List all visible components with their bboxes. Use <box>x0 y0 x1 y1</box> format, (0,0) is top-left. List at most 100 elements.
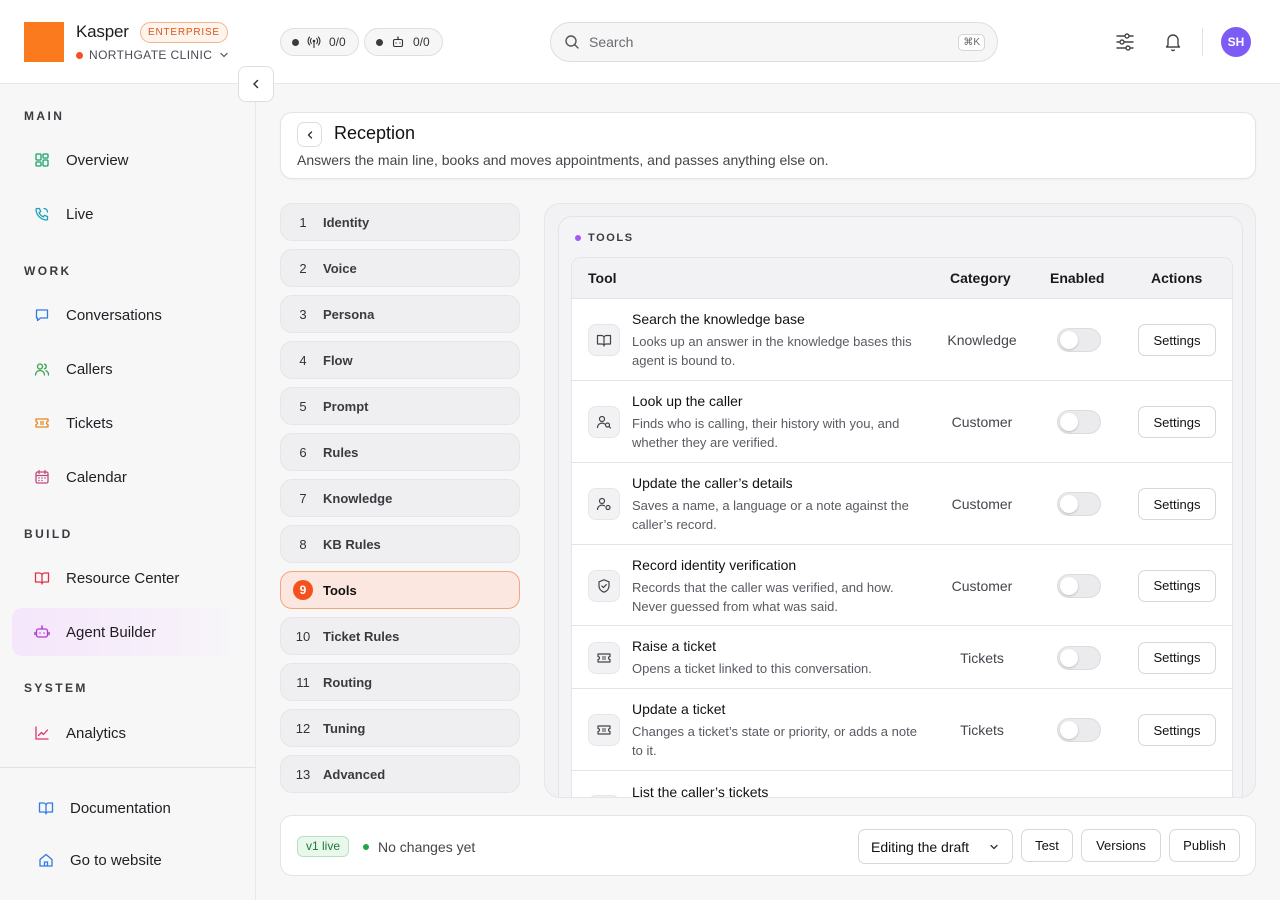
tool-icon-wrap <box>588 714 620 746</box>
sidebar-item-agent-builder[interactable]: Agent Builder <box>12 608 244 656</box>
step-routing[interactable]: 11 Routing <box>280 663 520 701</box>
step-label: Routing <box>323 674 373 690</box>
live-calls-count: 0/0 <box>329 35 346 49</box>
tool-title: Update a ticket <box>632 701 726 717</box>
tool-description: Saves a name, a language or a note again… <box>632 498 909 532</box>
sidebar-item-calendar[interactable]: Calendar <box>12 453 244 501</box>
active-agents-chip[interactable]: 0/0 <box>364 28 443 56</box>
sidebar-item-label: Calendar <box>66 468 127 486</box>
tool-enabled-toggle[interactable] <box>1057 718 1101 742</box>
step-number: 9 <box>293 580 313 600</box>
step-label: Tools <box>323 582 357 598</box>
sidebar-item-resource-center[interactable]: Resource Center <box>12 554 244 602</box>
tool-settings-button[interactable]: Settings <box>1138 406 1216 438</box>
test-button[interactable]: Test <box>1021 829 1073 862</box>
sidebar-item-analytics[interactable]: Analytics <box>12 709 244 757</box>
sidebar-item-documentation[interactable]: Documentation <box>12 784 244 832</box>
step-number: 8 <box>299 536 307 552</box>
toggle-knob <box>1060 413 1078 431</box>
sidebar-item-callers[interactable]: Callers <box>12 345 244 393</box>
org-switcher[interactable]: NORTHGATE CLINIC <box>76 48 230 62</box>
tool-enabled-toggle[interactable] <box>1057 410 1101 434</box>
step-number: 11 <box>296 674 310 690</box>
sidebar-item-label: Conversations <box>66 306 162 324</box>
tool-enabled-toggle[interactable] <box>1057 573 1101 598</box>
tool-enabled-toggle[interactable] <box>1057 492 1101 516</box>
table-row: Record identity verification Records that… <box>572 545 1232 626</box>
sidebar: MAIN Overview Live WORK Conversations Ca… <box>0 84 256 900</box>
step-voice[interactable]: 2 Voice <box>280 249 520 287</box>
chip-dot <box>292 38 299 46</box>
tool-settings-button[interactable]: Settings <box>1138 569 1216 602</box>
tool-description: Opens a ticket linked to this conversati… <box>632 661 872 676</box>
sidebar-item-go-to-website[interactable]: Go to website <box>12 836 244 884</box>
step-number: 4 <box>299 352 307 368</box>
search-input[interactable] <box>589 34 950 50</box>
tool-settings-button[interactable]: Settings <box>1138 324 1216 356</box>
toggle-knob <box>1060 331 1078 349</box>
step-prompt[interactable]: 5 Prompt <box>280 387 520 425</box>
step-ticket-rules[interactable]: 10 Ticket Rules <box>280 617 520 655</box>
sidebar-item-conversations[interactable]: Conversations <box>12 291 244 339</box>
step-identity[interactable]: 1 Identity <box>280 203 520 241</box>
tool-settings-button[interactable] <box>1138 797 1216 798</box>
sidebar-item-label: Analytics <box>66 724 127 742</box>
tool-category: Knowledge <box>947 332 1017 348</box>
sidebar-item-live[interactable]: Live <box>12 190 244 238</box>
table-row: Update the caller’s details Saves a name,… <box>572 463 1232 545</box>
step-tuning[interactable]: 12 Tuning <box>280 709 520 747</box>
shield-check-icon <box>596 578 612 594</box>
step-knowledge[interactable]: 7 Knowledge <box>280 479 520 517</box>
sidebar-item-label: Agent Builder <box>66 623 157 641</box>
step-tools[interactable]: 9 Tools <box>280 571 520 609</box>
tool-settings-button[interactable]: Settings <box>1138 641 1216 674</box>
global-search[interactable]: ⌘K <box>550 22 998 62</box>
top-bar: Kasper ENTERPRISE NORTHGATE CLINIC 0/0 0… <box>0 0 1280 84</box>
sidebar-item-tickets[interactable]: Tickets <box>12 399 244 447</box>
step-advanced[interactable]: 13 Advanced <box>280 755 520 793</box>
chevron-left-icon <box>253 79 259 89</box>
chip-dot <box>376 38 383 46</box>
step-persona[interactable]: 3 Persona <box>280 295 520 333</box>
section-label: TOOLS <box>575 232 634 244</box>
version-badge: v1 live <box>297 836 350 857</box>
versions-button[interactable]: Versions <box>1081 829 1161 862</box>
tool-title: Record identity verification <box>632 557 797 573</box>
table-row: Update a ticket Changes a ticket’s state … <box>572 689 1232 771</box>
tool-title: Search the knowledge base <box>632 311 805 327</box>
tool-enabled-toggle[interactable] <box>1057 645 1101 670</box>
step-flow[interactable]: 4 Flow <box>280 341 520 379</box>
tool-settings-button[interactable]: Settings <box>1138 488 1216 520</box>
tool-icon-wrap <box>588 406 620 438</box>
step-kb-rules[interactable]: 8 KB Rules <box>280 525 520 563</box>
step-label: Persona <box>323 306 375 322</box>
tool-category: Customer <box>951 577 1013 594</box>
mode-select[interactable]: Editing the draft <box>858 829 1013 864</box>
publish-button[interactable]: Publish <box>1169 829 1240 862</box>
live-calls-chip[interactable]: 0/0 <box>280 28 359 56</box>
back-button[interactable] <box>297 122 322 147</box>
section-work: WORK <box>24 264 72 278</box>
avatar[interactable]: SH <box>1221 27 1251 57</box>
table-row: Look up the caller Finds who is calling, … <box>572 381 1232 463</box>
tool-icon-wrap <box>588 795 620 797</box>
tool-settings-button[interactable]: Settings <box>1138 714 1216 746</box>
collapse-sidebar-button[interactable] <box>238 66 274 102</box>
tool-enabled-toggle[interactable] <box>1057 328 1101 352</box>
table-row: Search the knowledge base Looks up an ans… <box>572 299 1232 381</box>
sidebar-item-label: Callers <box>66 360 113 378</box>
sidebar-item-overview[interactable]: Overview <box>12 136 244 184</box>
search-shortcut: ⌘K <box>958 33 985 51</box>
sidebar-item-label: Overview <box>66 151 129 169</box>
brand-logo[interactable] <box>24 22 64 62</box>
active-agents-count: 0/0 <box>413 35 430 49</box>
sliders-icon[interactable] <box>1115 30 1135 54</box>
divider <box>1202 28 1203 56</box>
change-status: No changes yet <box>363 839 475 855</box>
bell-icon[interactable] <box>1163 30 1183 54</box>
bot-icon <box>34 625 50 638</box>
sidebar-item-label: Live <box>66 205 94 223</box>
step-rules[interactable]: 6 Rules <box>280 433 520 471</box>
chevron-left-icon <box>307 130 312 139</box>
open-book-icon <box>34 572 50 585</box>
